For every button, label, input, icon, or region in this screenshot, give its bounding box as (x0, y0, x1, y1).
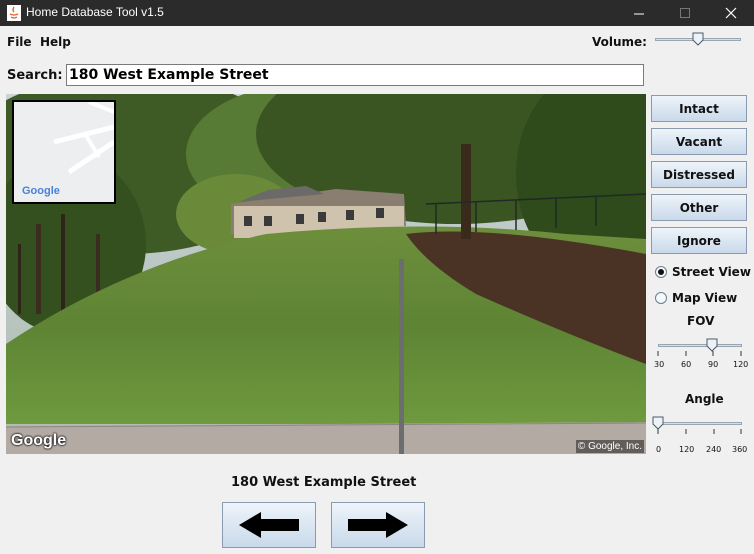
street-view-label[interactable]: Street View (672, 265, 751, 279)
angle-ticks (657, 429, 742, 434)
vacant-button[interactable]: Vacant (651, 128, 747, 155)
street-view-radio[interactable] (655, 266, 667, 278)
other-button[interactable]: Other (651, 194, 747, 221)
street-view-image[interactable]: Google Google © Google, Inc. (6, 94, 646, 454)
fov-tick-label: 90 (708, 360, 719, 369)
intact-button[interactable]: Intact (651, 95, 747, 122)
search-input[interactable]: 180 West Example Street (66, 64, 644, 86)
angle-slider[interactable]: 0 120 240 360 (651, 414, 747, 454)
fov-tick-label: 60 (681, 360, 692, 369)
close-button[interactable] (708, 0, 754, 26)
google-watermark: Google (11, 432, 67, 449)
previous-button[interactable] (222, 502, 316, 548)
map-view-label[interactable]: Map View (672, 291, 737, 305)
angle-tick-label: 360 (732, 445, 748, 454)
arrow-right-icon (348, 512, 408, 538)
fov-slider-thumb[interactable] (706, 338, 718, 352)
search-label: Search: (7, 68, 63, 83)
fov-tick-label: 120 (733, 360, 749, 369)
java-app-icon (7, 5, 21, 21)
fov-tick-label: 30 (654, 360, 665, 369)
minimize-icon (634, 13, 644, 15)
angle-slider-thumb[interactable] (652, 416, 664, 430)
volume-slider[interactable] (655, 30, 741, 50)
angle-tick-label: 120 (679, 445, 695, 454)
maximize-icon (680, 8, 690, 18)
menu-help[interactable]: Help (40, 35, 71, 49)
fov-slider-track (658, 344, 742, 347)
minimize-button[interactable] (616, 0, 662, 26)
fov-slider[interactable]: 30 60 90 120 (654, 336, 749, 376)
angle-slider-track (658, 422, 742, 425)
arrow-left-icon (239, 512, 299, 538)
copyright-text: © Google, Inc. (575, 440, 644, 453)
distressed-button[interactable]: Distressed (651, 161, 747, 188)
next-button[interactable] (331, 502, 425, 548)
volume-label: Volume: (592, 35, 647, 49)
map-view-radio[interactable] (655, 292, 667, 304)
title-bar: Home Database Tool v1.5 (0, 0, 754, 26)
maximize-button[interactable] (662, 0, 708, 26)
menu-file[interactable]: File (7, 35, 32, 49)
volume-slider-thumb[interactable] (692, 32, 704, 46)
ignore-button[interactable]: Ignore (651, 227, 747, 254)
menu-bar: File Help (0, 27, 71, 57)
minimap-google-logo: Google (22, 185, 60, 197)
address-caption: 180 West Example Street (231, 475, 417, 490)
fov-ticks (657, 351, 742, 356)
window-title: Home Database Tool v1.5 (26, 5, 164, 19)
minimap[interactable]: Google (12, 100, 116, 204)
fov-label: FOV (687, 314, 715, 328)
angle-label: Angle (685, 392, 724, 406)
angle-tick-label: 240 (706, 445, 722, 454)
close-icon (725, 7, 737, 19)
angle-tick-label: 0 (656, 445, 662, 454)
